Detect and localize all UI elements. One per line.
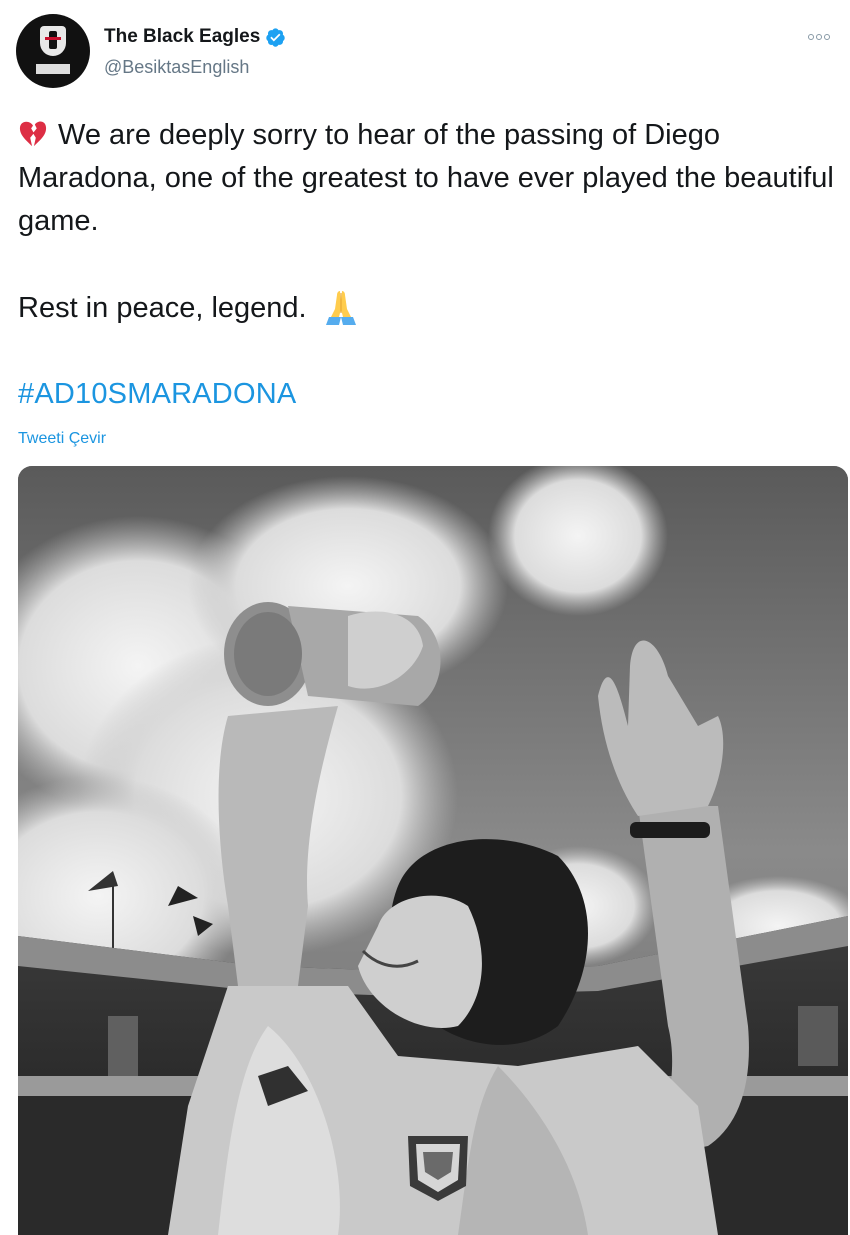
maradona-trophy-photo <box>18 466 848 1235</box>
avatar[interactable] <box>16 14 90 88</box>
more-options-icon[interactable] <box>808 34 830 40</box>
author-display-name[interactable]: The Black Eagles <box>104 26 260 48</box>
broken-heart-icon <box>19 121 47 147</box>
folded-hands-icon <box>325 291 356 325</box>
tweet-card: The Black Eagles @BesiktasEnglish We are… <box>0 0 850 1235</box>
tweet-text: We are deeply sorry to hear of the passi… <box>18 114 840 330</box>
translate-tweet-link[interactable]: Tweeti Çevir <box>18 430 106 448</box>
hashtag-link[interactable]: #AD10SMARADONA <box>18 378 296 411</box>
verified-badge-icon <box>266 27 285 47</box>
author-handle[interactable]: @BesiktasEnglish <box>104 57 249 78</box>
tweet-text-paragraph-1: We are deeply sorry to hear of the passi… <box>18 119 834 237</box>
tweet-text-paragraph-2: Rest in peace, legend. <box>18 292 307 324</box>
author-name-row[interactable]: The Black Eagles <box>104 26 286 48</box>
besiktas-crest-icon <box>40 26 66 56</box>
avatar-badge-strip <box>36 64 70 74</box>
tweet-photo[interactable] <box>18 466 848 1235</box>
